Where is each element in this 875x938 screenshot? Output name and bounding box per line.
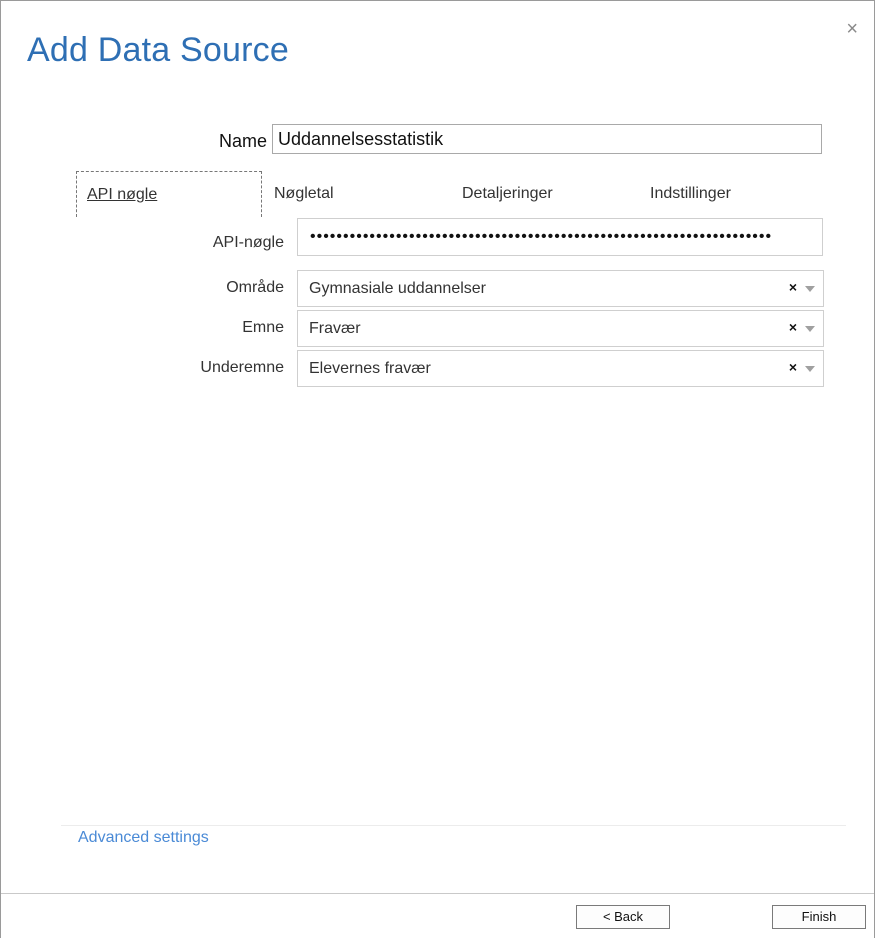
clear-icon[interactable]: × xyxy=(789,279,797,295)
name-input[interactable] xyxy=(272,124,822,154)
tab-noegletal[interactable]: Nøgletal xyxy=(274,185,334,203)
tab-indstillinger[interactable]: Indstillinger xyxy=(650,185,731,203)
tab-label: Indstillinger xyxy=(650,185,731,202)
omraade-label: Område xyxy=(226,279,284,296)
emne-select[interactable]: Fravær × xyxy=(297,310,824,347)
underemne-value: Elevernes fravær xyxy=(309,360,431,377)
api-key-field[interactable] xyxy=(297,218,823,256)
tab-label: Detaljeringer xyxy=(462,185,553,202)
omraade-select[interactable]: Gymnasiale uddannelser × xyxy=(297,270,824,307)
chevron-down-icon[interactable] xyxy=(805,366,815,372)
add-data-source-dialog: × Add Data Source Name API nøgle Nøgleta… xyxy=(0,0,875,938)
tab-api-noegle[interactable]: API nøgle xyxy=(76,171,262,217)
divider xyxy=(61,825,846,826)
clear-icon[interactable]: × xyxy=(789,359,797,375)
clear-icon[interactable]: × xyxy=(789,319,797,335)
close-icon[interactable]: × xyxy=(846,19,858,39)
omraade-value: Gymnasiale uddannelser xyxy=(309,280,486,297)
api-key-label: API-nøgle xyxy=(212,234,284,251)
finish-button[interactable]: Finish xyxy=(772,905,866,929)
back-button[interactable]: < Back xyxy=(576,905,670,929)
dialog-title: Add Data Source xyxy=(27,31,289,69)
tab-label: Nøgletal xyxy=(274,185,334,202)
emne-label: Emne xyxy=(242,319,284,336)
tab-label: API nøgle xyxy=(87,186,158,203)
underemne-label: Underemne xyxy=(200,359,284,376)
dialog-footer: < Back Finish xyxy=(1,893,874,938)
emne-value: Fravær xyxy=(309,320,361,337)
chevron-down-icon[interactable] xyxy=(805,286,815,292)
chevron-down-icon[interactable] xyxy=(805,326,815,332)
advanced-settings-link[interactable]: Advanced settings xyxy=(78,829,209,847)
name-label: Name xyxy=(218,131,267,151)
underemne-select[interactable]: Elevernes fravær × xyxy=(297,350,824,387)
tab-detaljeringer[interactable]: Detaljeringer xyxy=(462,185,553,203)
